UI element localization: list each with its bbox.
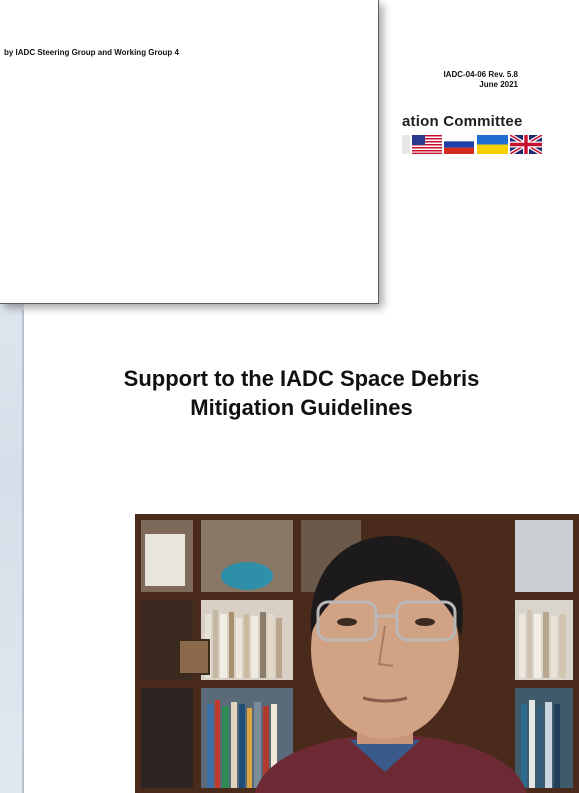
- ukraine-flag-icon: [477, 135, 508, 154]
- member-flags: [402, 135, 544, 154]
- front-page-text: by IADC Steering Group and Working Group…: [4, 48, 179, 57]
- partial-flag-icon: [402, 135, 410, 154]
- reference-number: IADC-04-06 Rev. 5.8: [443, 70, 518, 79]
- title-line-1: Support to the IADC Space Debris: [123, 366, 480, 391]
- committee-name: ation Committee: [402, 113, 523, 130]
- usa-flag-icon: [412, 135, 442, 154]
- participant-video-icon: [135, 514, 579, 793]
- webcam-video-feed: [135, 514, 579, 793]
- document-title: Support to the IADC Space Debris Mitigat…: [24, 364, 579, 422]
- document-reference: IADC-04-06 Rev. 5.8 June 2021: [443, 70, 518, 90]
- reference-date: June 2021: [479, 80, 518, 89]
- russia-flag-icon: [444, 135, 474, 154]
- uk-flag-icon: [510, 135, 542, 154]
- title-line-2: Mitigation Guidelines: [190, 395, 413, 420]
- overlapping-page-thumbnail[interactable]: by IADC Steering Group and Working Group…: [0, 0, 379, 304]
